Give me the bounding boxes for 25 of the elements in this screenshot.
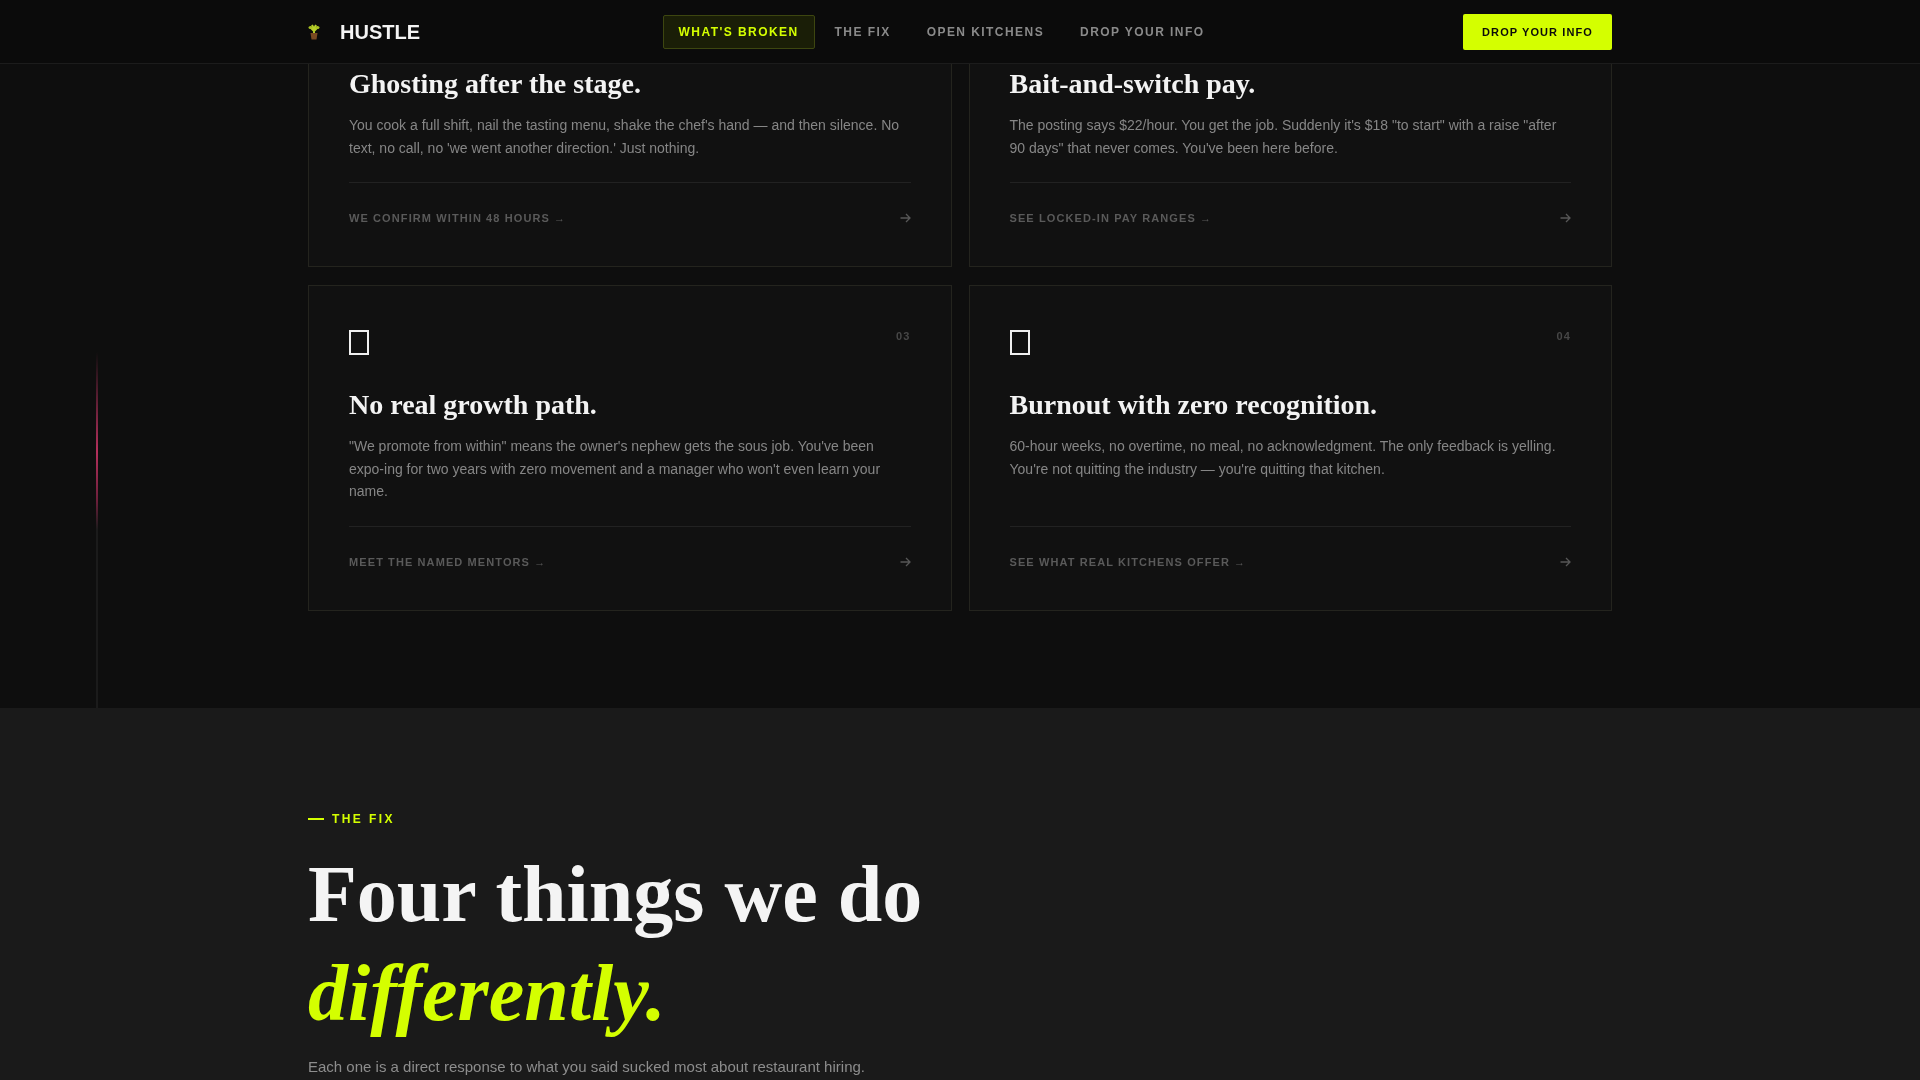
arrow-right-icon <box>899 213 911 223</box>
drop-info-button[interactable]: DROP YOUR INFO <box>1463 14 1612 50</box>
section-subtitle: Each one is a direct response to what you said sucked most about restaurant hiring. <box>308 1057 866 1077</box>
brand-link[interactable]: HUSTLE <box>308 22 420 42</box>
card-title: Ghosting after the stage. <box>349 67 642 101</box>
nav-link[interactable]: OPEN KITCHENS <box>910 15 1061 49</box>
card-title: Bait-and-switch pay. <box>1009 67 1257 101</box>
card-title: Burnout with zero recognition. <box>1009 388 1379 422</box>
eyebrow-line <box>308 818 324 820</box>
arrow-right-icon <box>899 556 911 567</box>
card-description: 60-hour weeks, no overtime, no meal, no acknowledgment. The only feedback is yelling. You're not quitting the industry — you're quitting that kitchen. <box>1009 437 1557 479</box>
card-description: The posting says $22/hour. You get the job. Suddenly it's $18 "to start" with a raise "after 90 days" that never comes. You've been here before. <box>1009 116 1558 158</box>
potted-plant-icon <box>308 24 320 40</box>
nav-link[interactable]: DROP YOUR INFO <box>1064 15 1221 49</box>
nav-link[interactable]: THE FIX <box>818 15 907 49</box>
section-eyebrow: THE FIX <box>332 811 395 827</box>
card-description: "We promote from within" means the owner's nephew gets the sous job. You've been expo-ing for two years with zero movement and a manager who won't even learn your name. <box>349 437 882 501</box>
rectangle-icon <box>349 330 369 355</box>
section-heading: Four things we do differently. <box>308 849 924 1039</box>
rectangle-icon <box>1009 330 1030 355</box>
arrow-right-icon <box>1560 556 1571 567</box>
card-description: You cook a full shift, nail the tasting menu, shake the chef's hand — and then silence. No text, no call, no 'we went another direction.' Just nothing. <box>349 116 901 158</box>
card-title: No real growth path. <box>349 388 598 422</box>
nav-link[interactable]: WHAT'S BROKEN <box>662 15 815 49</box>
arrow-right-icon <box>1560 213 1571 223</box>
